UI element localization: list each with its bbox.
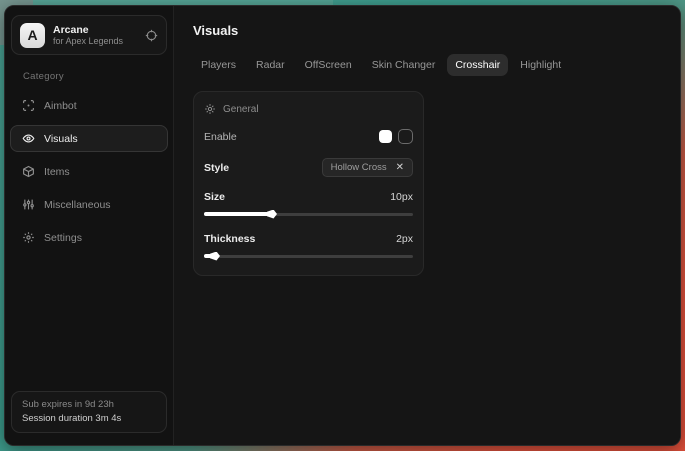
aimbot-crosshair-icon <box>22 99 35 112</box>
session-duration-text: Session duration 3m 4s <box>22 413 156 424</box>
sidebar-item-items[interactable]: Items <box>10 158 168 185</box>
size-slider[interactable] <box>204 209 413 219</box>
thickness-slider[interactable] <box>204 251 413 261</box>
general-panel: General Enable Style Hollow Cross ✕ <box>193 91 424 276</box>
size-row: Size 10px <box>204 191 413 203</box>
subscription-card: Sub expires in 9d 23h Session duration 3… <box>11 391 167 433</box>
page-title: Visuals <box>193 23 666 38</box>
style-selected-value: Hollow Cross <box>331 162 387 173</box>
tab-offscreen[interactable]: OffScreen <box>297 54 360 76</box>
sidebar: A Arcane for Apex Legends Category <box>5 6 174 445</box>
main-content: Visuals Players Radar OffScreen Skin Cha… <box>174 6 680 445</box>
category-label: Category <box>23 71 173 82</box>
style-select[interactable]: Hollow Cross ✕ <box>322 158 413 177</box>
tab-bar: Players Radar OffScreen Skin Changer Cro… <box>193 54 666 76</box>
settings-gear-icon <box>22 231 35 244</box>
tab-highlight[interactable]: Highlight <box>512 54 569 76</box>
sidebar-item-label: Aimbot <box>44 100 77 112</box>
brand-title: Arcane <box>53 24 137 36</box>
sidebar-item-label: Miscellaneous <box>44 199 111 211</box>
clear-icon[interactable]: ✕ <box>396 163 404 173</box>
app-window: A Arcane for Apex Legends Category <box>4 5 681 446</box>
sidebar-item-label: Items <box>44 166 70 178</box>
sidebar-item-visuals[interactable]: Visuals <box>10 125 168 152</box>
enable-checkbox[interactable] <box>398 129 413 144</box>
items-cube-icon <box>22 165 35 178</box>
tab-skin-changer[interactable]: Skin Changer <box>364 54 444 76</box>
tab-radar[interactable]: Radar <box>248 54 293 76</box>
misc-sliders-icon <box>22 198 35 211</box>
thickness-value: 2px <box>396 233 413 245</box>
sidebar-item-aimbot[interactable]: Aimbot <box>10 92 168 119</box>
brand-subtitle: for Apex Legends <box>53 36 137 46</box>
sub-expiry-text: Sub expires in 9d 23h <box>22 399 156 410</box>
color-swatch[interactable] <box>379 130 392 143</box>
size-label: Size <box>204 191 225 203</box>
sidebar-item-label: Visuals <box>44 133 78 145</box>
style-label: Style <box>204 162 229 174</box>
sidebar-item-miscellaneous[interactable]: Miscellaneous <box>10 191 168 218</box>
brand-logo: A <box>20 23 45 48</box>
general-gear-icon <box>204 103 216 115</box>
tab-crosshair[interactable]: Crosshair <box>447 54 508 76</box>
size-value: 10px <box>390 191 413 203</box>
enable-row: Enable <box>204 129 413 144</box>
sidebar-item-label: Settings <box>44 232 82 244</box>
sidebar-nav: Aimbot Visuals Items <box>5 86 173 251</box>
size-slider-thumb[interactable] <box>267 210 277 219</box>
brand-card: A Arcane for Apex Legends <box>11 15 167 55</box>
thickness-label: Thickness <box>204 233 255 245</box>
sidebar-item-settings[interactable]: Settings <box>10 224 168 251</box>
thickness-slider-thumb[interactable] <box>210 252 220 261</box>
thickness-row: Thickness 2px <box>204 233 413 245</box>
tab-players[interactable]: Players <box>193 54 244 76</box>
panel-title: General <box>223 104 259 115</box>
target-icon[interactable] <box>145 29 158 42</box>
style-row: Style Hollow Cross ✕ <box>204 158 413 177</box>
enable-label: Enable <box>204 131 237 143</box>
visuals-eye-icon <box>22 132 35 145</box>
